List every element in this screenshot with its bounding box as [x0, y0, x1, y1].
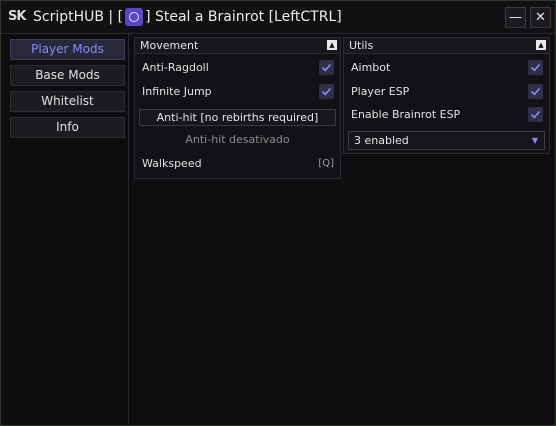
anti-hit-button[interactable]: Anti-hit [no rebirths required]: [139, 109, 336, 126]
walkspeed-label: Walkspeed: [142, 157, 202, 170]
chevron-down-icon: ▼: [531, 136, 538, 145]
anti-hit-status: Anti-hit desativado: [185, 133, 290, 146]
player-esp-toggle[interactable]: Player ESP: [344, 82, 549, 102]
aimbot-checkbox[interactable]: [528, 60, 543, 75]
infinite-jump-checkbox[interactable]: [319, 84, 334, 99]
movement-group: Movement ▲ Anti-Ragdoll Infinite Jump An…: [134, 37, 341, 179]
anti-ragdoll-toggle[interactable]: Anti-Ragdoll: [135, 58, 340, 78]
sidebar-item-info[interactable]: Info: [10, 117, 125, 138]
title-bar[interactable]: SK ScriptHUB | [ ] Steal a Brainrot [Lef…: [1, 1, 555, 34]
movement-title: Movement: [140, 39, 199, 52]
brainrot-icon: [125, 8, 144, 26]
minimize-button[interactable]: —: [505, 7, 526, 28]
window-title: ScriptHUB | [ ] Steal a Brainrot [LeftCT…: [33, 8, 342, 26]
utils-header: Utils ▲: [344, 38, 549, 54]
infinite-jump-label: Infinite Jump: [142, 85, 212, 98]
walkspeed-keybind[interactable]: [Q]: [318, 154, 334, 174]
movement-collapse-icon[interactable]: ▲: [327, 40, 337, 50]
app-logo: SK: [8, 9, 26, 24]
brainrot-esp-toggle[interactable]: Enable Brainrot ESP: [344, 105, 549, 125]
scripthub-window: SK ScriptHUB | [ ] Steal a Brainrot [Lef…: [0, 0, 556, 426]
sidebar: Player Mods Base Mods Whitelist Info: [1, 34, 129, 424]
utils-title: Utils: [349, 39, 374, 52]
movement-header: Movement ▲: [135, 38, 340, 54]
brainrot-esp-label: Enable Brainrot ESP: [351, 108, 461, 121]
checkmark-icon: [321, 63, 332, 72]
sidebar-item-base-mods[interactable]: Base Mods: [10, 65, 125, 86]
aimbot-label: Aimbot: [351, 61, 391, 74]
utils-collapse-icon[interactable]: ▲: [536, 40, 546, 50]
dropdown-value: 3 enabled: [354, 134, 409, 147]
aimbot-toggle[interactable]: Aimbot: [344, 58, 549, 78]
close-button[interactable]: ✕: [530, 7, 551, 28]
title-suffix: ] Steal a Brainrot [LeftCTRL]: [145, 9, 342, 25]
player-esp-checkbox[interactable]: [528, 84, 543, 99]
checkmark-icon: [530, 87, 541, 96]
checkmark-icon: [321, 87, 332, 96]
main-panel: Movement ▲ Anti-Ragdoll Infinite Jump An…: [129, 34, 555, 424]
anti-ragdoll-label: Anti-Ragdoll: [142, 61, 209, 74]
sidebar-item-whitelist[interactable]: Whitelist: [10, 91, 125, 112]
title-prefix: ScriptHUB | [: [33, 9, 124, 25]
anti-ragdoll-checkbox[interactable]: [319, 60, 334, 75]
esp-options-dropdown[interactable]: 3 enabled ▼: [348, 131, 545, 150]
utils-group: Utils ▲ Aimbot Player ESP Enable Brainro…: [343, 37, 550, 154]
infinite-jump-toggle[interactable]: Infinite Jump: [135, 82, 340, 102]
brainrot-esp-checkbox[interactable]: [528, 107, 543, 122]
checkmark-icon: [530, 63, 541, 72]
walkspeed-row[interactable]: Walkspeed [Q]: [135, 154, 340, 174]
checkmark-icon: [530, 110, 541, 119]
player-esp-label: Player ESP: [351, 85, 410, 98]
sidebar-item-player-mods[interactable]: Player Mods: [10, 39, 125, 60]
